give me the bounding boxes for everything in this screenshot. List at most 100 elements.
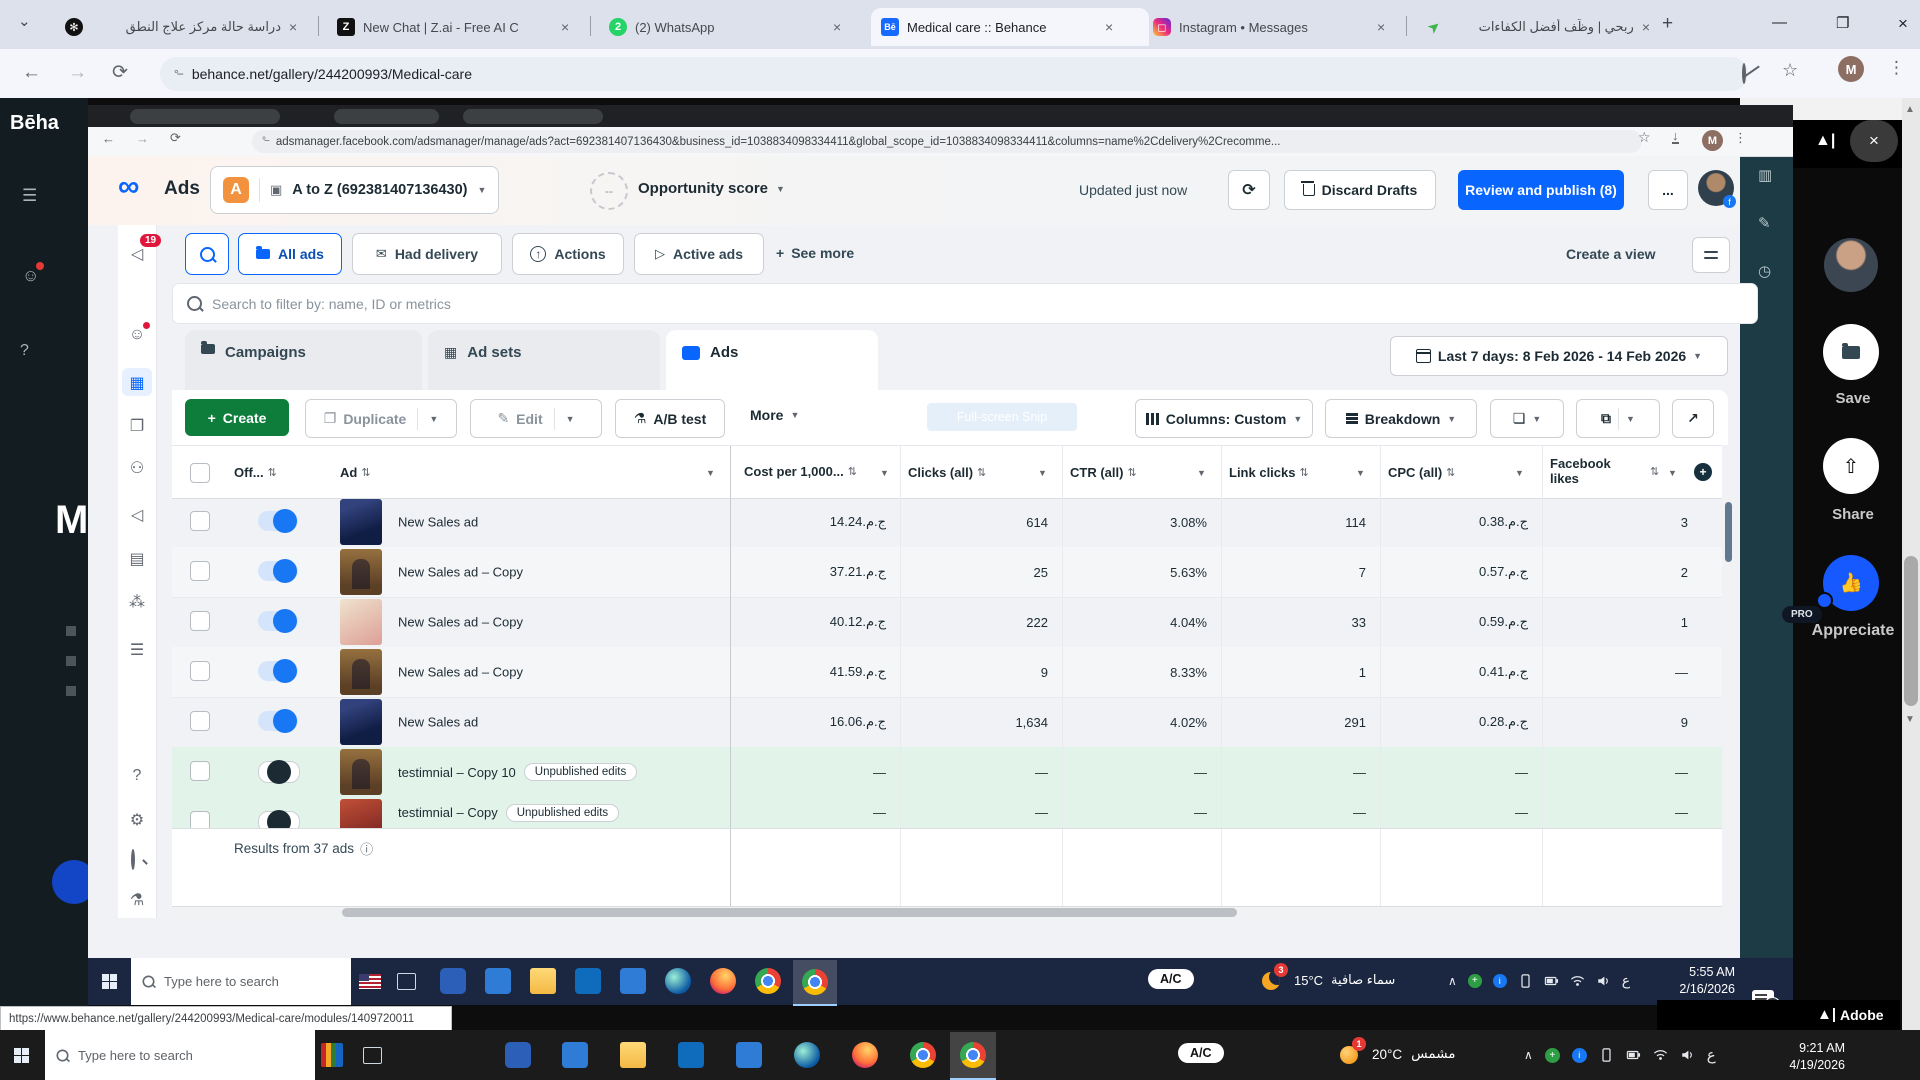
address-bar[interactable]: °− behance.net/gallery/244200993/Medical…	[160, 57, 1748, 91]
billing-icon[interactable]: ▤	[127, 549, 147, 569]
profile-avatar[interactable]: M	[1838, 56, 1864, 82]
tab-speech-case-study[interactable]: ✻ دراسة حالة مركز علاج النطق ×	[55, 8, 333, 46]
chrome-icon[interactable]	[910, 1042, 936, 1068]
start-button[interactable]	[102, 974, 117, 989]
task-view-icon[interactable]	[397, 973, 416, 990]
row-checkbox[interactable]	[190, 611, 210, 631]
opportunity-score[interactable]: Opportunity score ▼	[638, 180, 785, 197]
browser-menu-icon[interactable]: ⋮	[1888, 58, 1905, 78]
ad-thumbnail[interactable]	[340, 549, 382, 595]
tab-search-icon[interactable]: ⌄	[18, 12, 31, 30]
password-hidden-icon[interactable]	[1742, 65, 1746, 83]
wifi-icon[interactable]	[1570, 974, 1585, 988]
more-options-button[interactable]: ...	[1648, 170, 1688, 210]
ac-button[interactable]: A/C	[1148, 969, 1194, 989]
app-mail-icon[interactable]	[485, 968, 511, 994]
row-checkbox[interactable]	[190, 511, 210, 531]
add-column-button[interactable]: +	[1694, 463, 1712, 481]
ad-name[interactable]: New Sales ad – Copy	[398, 615, 523, 630]
close-tab-icon[interactable]: ×	[1642, 19, 1650, 35]
close-tab-icon[interactable]: ×	[1105, 19, 1113, 35]
export-button[interactable]: ⧉ ▼	[1576, 399, 1660, 438]
scrollbar-thumb[interactable]	[342, 908, 1237, 917]
help-icon[interactable]: ?	[20, 342, 29, 360]
inner-back-icon[interactable]: ←	[102, 131, 115, 146]
table-row[interactable]: New Sales ad – Copy37.21.ج.م255.63%70.57…	[172, 547, 1722, 598]
scroll-up-icon[interactable]: ▲	[1905, 104, 1915, 115]
ad-name[interactable]: New Sales ad	[398, 715, 478, 730]
ad-thumbnail[interactable]	[340, 749, 382, 795]
row-checkbox[interactable]	[190, 661, 210, 681]
row-checkbox[interactable]	[190, 711, 210, 731]
ad-thumbnail[interactable]	[340, 499, 382, 545]
forward-icon[interactable]: →	[68, 62, 87, 84]
pages-icon[interactable]: ❐	[127, 416, 147, 436]
duplicate-button[interactable]: ❐ Duplicate ▼	[305, 399, 457, 438]
inner-forward-icon[interactable]: →	[136, 131, 149, 146]
inner-clock[interactable]: 5:55 AM 2/16/2026	[1640, 964, 1735, 998]
col-ctr[interactable]: CTR (all)⇅	[1070, 446, 1137, 498]
meta-logo[interactable]: ∞	[118, 172, 139, 202]
bookmark-star-icon[interactable]: ☆	[1782, 60, 1798, 81]
col-cost[interactable]: Cost per 1,000...⇅	[744, 446, 864, 498]
tab-instagram[interactable]: ◻ Instagram • Messages ×	[1143, 8, 1421, 46]
select-all-checkbox[interactable]	[190, 463, 210, 483]
table-row[interactable]: New Sales ad14.24.ج.م6143.08%1140.38.ج.م…	[172, 497, 1722, 548]
create-view-button[interactable]: Create a view	[1566, 246, 1656, 262]
settings-gear-icon[interactable]: ⚙	[127, 810, 147, 830]
chrome-icon[interactable]	[755, 968, 781, 994]
account-selector[interactable]: A ▣ A to Z (692381407136430) ▼	[210, 166, 499, 214]
scrollbar-thumb[interactable]	[1725, 502, 1732, 562]
view-settings-button[interactable]	[1692, 237, 1730, 273]
close-window-button[interactable]: ×	[1898, 14, 1908, 34]
inner-download-icon[interactable]: ↓	[1672, 129, 1679, 144]
table-row[interactable]: testimnial – Copy 10Unpublished edits———…	[172, 747, 1722, 798]
ad-name[interactable]: testimnial – Copy	[398, 805, 498, 820]
col-menu-icon[interactable]: ▼	[1197, 468, 1206, 478]
app-outlook-icon[interactable]	[736, 1042, 762, 1068]
tray-expand-icon[interactable]: ∧	[1524, 1048, 1533, 1062]
ad-thumbnail[interactable]	[340, 599, 382, 645]
edit-button[interactable]: ✎ Edit ▼	[470, 399, 602, 438]
breakdown-button[interactable]: Breakdown ▼	[1325, 399, 1477, 438]
scroll-down-icon[interactable]: ▼	[1905, 714, 1915, 725]
weather-status[interactable]: 15°C سماء صافية	[1294, 972, 1395, 988]
antivirus-icon[interactable]: +	[1545, 1048, 1560, 1063]
col-menu-icon[interactable]: ▼	[706, 468, 715, 478]
more-button[interactable]: More ▼	[750, 407, 799, 423]
outer-clock[interactable]: 9:21 AM 4/19/2026	[1745, 1040, 1845, 1074]
inner-profile-avatar[interactable]: M	[1702, 130, 1723, 151]
close-tab-icon[interactable]: ×	[289, 19, 297, 35]
wifi-icon[interactable]	[1653, 1048, 1668, 1062]
col-menu-icon[interactable]: ▼	[1356, 468, 1365, 478]
campaigns-nav-icon[interactable]: ◁	[127, 244, 147, 264]
reports-button[interactable]: ❏ ▼	[1490, 399, 1564, 438]
table-row[interactable]: New Sales ad – Copy40.12.ج.م2224.04%330.…	[172, 597, 1722, 648]
ad-name[interactable]: testimnial – Copy 10	[398, 765, 516, 780]
ad-name[interactable]: New Sales ad	[398, 515, 478, 530]
minimize-button[interactable]: —	[1772, 14, 1787, 31]
ab-test-button[interactable]: ⚗ A/B test	[615, 399, 725, 438]
language-indicator[interactable]: ع	[1622, 972, 1630, 989]
active-app-tile[interactable]	[950, 1032, 996, 1080]
back-icon[interactable]: ←	[22, 62, 41, 84]
inner-reload-icon[interactable]: ⟳	[170, 130, 181, 146]
col-clicks[interactable]: Clicks (all)⇅	[908, 446, 986, 498]
ad-toggle[interactable]	[258, 561, 298, 581]
ad-toggle[interactable]	[258, 661, 298, 681]
ad-toggle[interactable]	[258, 711, 298, 731]
search-filter-button[interactable]	[185, 233, 229, 275]
taskbar-search[interactable]: Type here to search	[45, 1030, 315, 1080]
megaphone-icon[interactable]: ◁	[127, 505, 147, 525]
charts-button[interactable]: ↗	[1672, 399, 1714, 438]
col-menu-icon[interactable]: ▼	[1515, 468, 1524, 478]
close-tab-icon[interactable]: ×	[1377, 19, 1385, 35]
sort-icon[interactable]: ⇅	[1650, 465, 1659, 478]
outer-system-tray[interactable]: ∧ + i ع	[1524, 1046, 1716, 1064]
table-row[interactable]: New Sales ad16.06.ج.م1,6344.02%2910.28.ج…	[172, 697, 1722, 748]
audiences-icon[interactable]: ⚇	[127, 458, 147, 478]
columns-button[interactable]: Columns: Custom ▼	[1135, 399, 1313, 438]
info-tray-icon[interactable]: i	[1572, 1048, 1587, 1063]
row-checkbox[interactable]	[190, 761, 210, 781]
menu-lines-icon[interactable]: ☰	[127, 640, 147, 660]
